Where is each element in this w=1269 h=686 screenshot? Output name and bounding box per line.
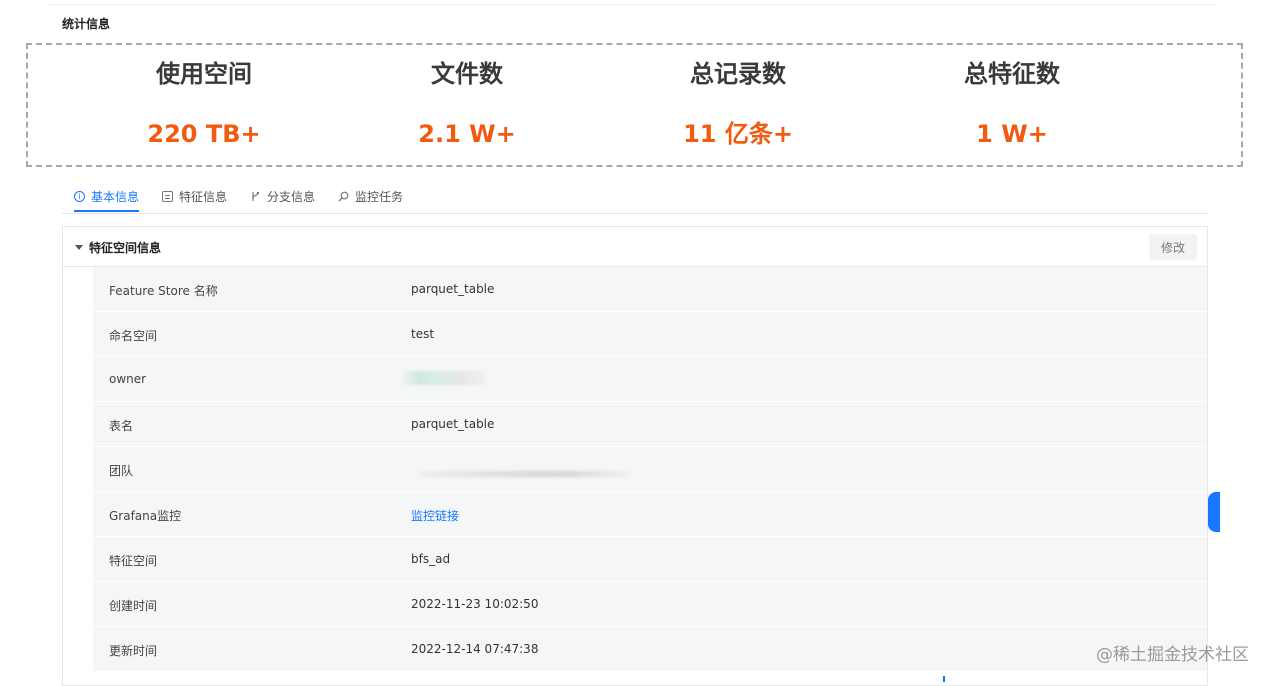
table-row: 更新时间 2022-12-14 07:47:38	[93, 627, 1207, 672]
stat-value: 220 TB+	[147, 120, 261, 148]
grafana-link[interactable]: 监控链接	[411, 507, 459, 524]
stat-total-features: 总特征数 1 W+	[902, 59, 1122, 149]
row-value: test	[411, 327, 435, 341]
row-key: Grafana监控	[109, 509, 182, 523]
table-row: Feature Store 名称 parquet_table	[93, 267, 1207, 312]
edit-button[interactable]: 修改	[1149, 234, 1197, 260]
row-key: Feature Store 名称	[109, 284, 218, 298]
table-row: 命名空间 test	[93, 312, 1207, 357]
panel-header: 特征空间信息 修改	[63, 227, 1207, 267]
row-value: 2022-12-14 07:47:38	[411, 642, 539, 656]
table-row: owner	[93, 357, 1207, 402]
row-value: 2022-11-23 10:02:50	[411, 597, 539, 611]
panel-title[interactable]: 特征空间信息	[75, 239, 161, 256]
search-icon	[338, 191, 349, 202]
stat-used-space: 使用空间 220 TB+	[94, 59, 314, 149]
row-key: owner	[109, 372, 147, 386]
row-key: 创建时间	[109, 599, 158, 613]
tab-branch-info[interactable]: 分支信息	[250, 188, 315, 205]
floating-side-tab[interactable]	[1208, 492, 1220, 532]
list-icon	[162, 191, 173, 202]
tab-label: 基本信息	[91, 190, 140, 204]
row-key: 特征空间	[109, 554, 158, 568]
stats-box: 使用空间 220 TB+ 文件数 2.1 W+ 总记录数 11 亿条+ 总特征数…	[26, 43, 1243, 167]
caret-down-icon	[75, 245, 83, 250]
tab-label: 监控任务	[355, 190, 404, 204]
row-key: 更新时间	[109, 644, 158, 658]
tab-basic-info[interactable]: i 基本信息	[74, 188, 140, 212]
row-value: parquet_table	[411, 417, 495, 431]
table-row: Grafana监控 监控链接	[93, 492, 1207, 537]
stat-label: 总特征数	[964, 60, 1060, 88]
feature-space-panel: 特征空间信息 修改 Feature Store 名称 parquet_table…	[62, 226, 1208, 686]
panel-title-text: 特征空间信息	[89, 241, 162, 255]
info-rows: Feature Store 名称 parquet_table 命名空间 test…	[93, 267, 1207, 672]
redacted-owner	[403, 371, 485, 385]
watermark: @稀土掘金技术社区	[1096, 645, 1249, 665]
table-row: 创建时间 2022-11-23 10:02:50	[93, 582, 1207, 627]
branch-icon	[250, 191, 261, 202]
row-value: parquet_table	[411, 282, 495, 296]
table-row: 特征空间 bfs_ad	[93, 537, 1207, 582]
stat-value: 11 亿条+	[683, 120, 793, 148]
tab-label: 分支信息	[267, 190, 316, 204]
cursor-mark	[943, 676, 945, 682]
stat-total-records: 总记录数 11 亿条+	[628, 59, 848, 149]
table-row: 团队	[93, 447, 1207, 492]
tab-feature-info[interactable]: 特征信息	[162, 188, 227, 205]
row-key: 团队	[109, 464, 134, 478]
stat-label: 使用空间	[156, 60, 252, 88]
tab-monitor-tasks[interactable]: 监控任务	[338, 188, 403, 205]
stat-label: 总记录数	[690, 60, 786, 88]
stat-value: 1 W+	[976, 120, 1048, 148]
stat-value: 2.1 W+	[418, 120, 516, 148]
tab-label: 特征信息	[179, 190, 228, 204]
redacted-team	[419, 471, 629, 477]
section-title: 统计信息	[62, 17, 111, 31]
info-icon: i	[74, 191, 85, 202]
row-key: 表名	[109, 419, 134, 433]
table-row: 表名 parquet_table	[93, 402, 1207, 447]
stat-label: 文件数	[431, 60, 503, 88]
top-divider	[50, 4, 1217, 5]
tab-bar: i 基本信息 特征信息 分支信息 监控任务	[62, 186, 1208, 214]
row-value: bfs_ad	[411, 552, 451, 566]
row-key: 命名空间	[109, 329, 158, 343]
stat-file-count: 文件数 2.1 W+	[357, 59, 577, 149]
